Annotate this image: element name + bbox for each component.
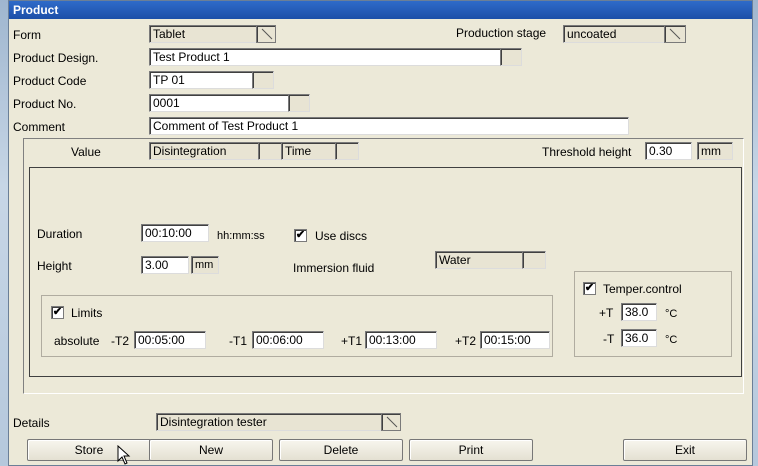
- minus-t-unit: °C: [665, 334, 678, 346]
- product-design-label: Product Design.: [13, 51, 99, 65]
- value-type-dropdown-button[interactable]: [258, 142, 282, 160]
- height-input[interactable]: 3.00: [141, 256, 189, 274]
- threshold-height-input[interactable]: 0.30: [645, 142, 692, 160]
- dropdown-arrow-icon: [669, 28, 681, 40]
- details-dropdown[interactable]: Disintegration tester: [156, 413, 382, 431]
- value-label: Value: [71, 145, 101, 159]
- production-stage-label: Production stage: [456, 26, 547, 40]
- immersion-fluid-dropdown-button[interactable]: [522, 251, 546, 269]
- minus-t-input[interactable]: 36.0: [621, 329, 657, 347]
- t1-minus-input[interactable]: 00:06:00: [252, 331, 324, 349]
- duration-label: Duration: [37, 227, 83, 241]
- product-code-aux-box[interactable]: [252, 71, 274, 89]
- dropdown-arrow-icon: [261, 28, 273, 40]
- temper-control-label: Temper.control: [603, 282, 682, 296]
- height-unit: mm: [191, 256, 219, 274]
- new-button[interactable]: New: [149, 439, 273, 461]
- form-label: Form: [13, 28, 41, 42]
- value-mode-dropdown[interactable]: Time: [281, 142, 336, 160]
- t2-plus-input[interactable]: 00:15:00: [480, 331, 550, 349]
- dropdown-arrow-icon: [386, 416, 398, 428]
- duration-input[interactable]: 00:10:00: [141, 224, 209, 242]
- plus-t-label: +T: [599, 306, 614, 320]
- height-label: Height: [37, 259, 72, 273]
- mouse-pointer-icon: [117, 445, 131, 465]
- window-title: Product: [9, 1, 752, 19]
- limits-checkbox[interactable]: ✔: [51, 306, 64, 319]
- exit-button[interactable]: Exit: [623, 439, 747, 461]
- product-design-aux-box[interactable]: [500, 48, 522, 66]
- value-mode-dropdown-button[interactable]: [335, 142, 359, 160]
- store-button[interactable]: Store: [27, 439, 151, 461]
- delete-button[interactable]: Delete: [279, 439, 403, 461]
- details-dropdown-button[interactable]: [381, 413, 401, 431]
- t1-plus-input[interactable]: 00:13:00: [365, 331, 437, 349]
- threshold-unit: mm: [697, 142, 733, 160]
- product-window: Product Form Tablet Production stage unc…: [8, 0, 753, 466]
- product-code-label: Product Code: [13, 74, 87, 88]
- plus-t-input[interactable]: 38.0: [621, 303, 657, 321]
- use-discs-label: Use discs: [315, 229, 368, 243]
- limits-label: Limits: [71, 306, 103, 320]
- use-discs-checkbox[interactable]: ✔: [294, 229, 307, 242]
- production-stage-dropdown[interactable]: uncoated: [563, 25, 665, 43]
- minus-t-label: -T: [603, 332, 615, 346]
- immersion-fluid-label: Immersion fluid: [293, 261, 375, 275]
- t1-plus-label: +T1: [341, 334, 363, 348]
- limits-absolute-label: absolute: [54, 334, 100, 348]
- value-type-dropdown[interactable]: Disintegration: [149, 142, 259, 160]
- plus-t-unit: °C: [665, 308, 678, 320]
- comment-label: Comment: [13, 120, 66, 134]
- t2-plus-label: +T2: [455, 334, 477, 348]
- product-design-input[interactable]: Test Product 1: [149, 48, 501, 66]
- product-no-input[interactable]: 0001: [149, 94, 289, 112]
- product-code-input[interactable]: TP 01: [149, 71, 253, 89]
- t1-minus-label: -T1: [229, 334, 247, 348]
- temper-control-checkbox[interactable]: ✔: [583, 282, 596, 295]
- comment-input[interactable]: Comment of Test Product 1: [149, 117, 629, 135]
- product-no-label: Product No.: [13, 97, 77, 111]
- t2-minus-input[interactable]: 00:05:00: [134, 331, 206, 349]
- threshold-height-label: Threshold height: [542, 145, 632, 159]
- details-label: Details: [13, 416, 50, 430]
- immersion-fluid-dropdown[interactable]: Water: [435, 251, 523, 269]
- product-no-aux-box[interactable]: [288, 94, 310, 112]
- t2-minus-label: -T2: [111, 334, 129, 348]
- duration-unit: hh:mm:ss: [217, 230, 265, 242]
- form-dropdown[interactable]: Tablet: [149, 25, 257, 43]
- form-dropdown-button[interactable]: [256, 25, 276, 43]
- print-button[interactable]: Print: [409, 439, 533, 461]
- production-stage-dropdown-button[interactable]: [664, 25, 686, 43]
